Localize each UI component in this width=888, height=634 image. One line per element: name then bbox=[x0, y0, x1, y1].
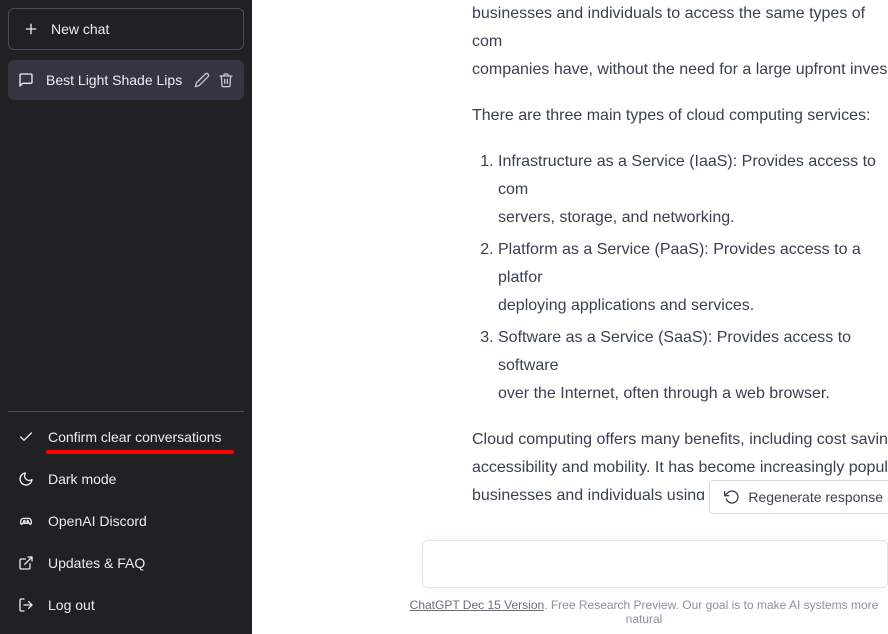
list-item: Platform as a Service (PaaS): Provides a… bbox=[498, 236, 888, 320]
version-link[interactable]: ChatGPT Dec 15 Version bbox=[410, 598, 545, 612]
logout-button[interactable]: Log out bbox=[8, 584, 244, 626]
body-text: accessibility and mobility. It has becom… bbox=[472, 459, 888, 476]
discord-icon bbox=[18, 513, 34, 529]
message-input[interactable] bbox=[437, 555, 873, 573]
conversation-title: Best Light Shade Lipstic bbox=[46, 72, 182, 88]
external-link-icon bbox=[18, 555, 34, 571]
body-text: Cloud computing offers many benefits, in… bbox=[472, 431, 888, 448]
moon-icon bbox=[18, 471, 34, 487]
regenerate-label: Regenerate response bbox=[748, 489, 883, 505]
disclaimer-text: . Free Research Preview. Our goal is to … bbox=[544, 598, 878, 626]
edit-icon[interactable] bbox=[194, 72, 210, 88]
conversation-item[interactable]: Best Light Shade Lipstic bbox=[8, 60, 244, 100]
body-text: companies have, without the need for a l… bbox=[472, 61, 887, 78]
logout-label: Log out bbox=[48, 597, 95, 613]
sidebar-footer: Confirm clear conversations Dark mode Op… bbox=[8, 411, 244, 626]
ordered-list: Infrastructure as a Service (IaaS): Prov… bbox=[472, 148, 888, 408]
red-underline-annotation bbox=[46, 450, 234, 454]
logout-icon bbox=[18, 597, 34, 613]
main-area: businesses and individuals to access the… bbox=[252, 0, 888, 634]
regenerate-button[interactable]: Regenerate response bbox=[709, 480, 888, 514]
body-text: There are three main types of cloud comp… bbox=[472, 102, 888, 130]
dark-mode-button[interactable]: Dark mode bbox=[8, 458, 244, 500]
new-chat-button[interactable]: New chat bbox=[8, 8, 244, 50]
list-item: Software as a Service (SaaS): Provides a… bbox=[498, 324, 888, 408]
check-icon bbox=[18, 429, 34, 445]
trash-icon[interactable] bbox=[218, 72, 234, 88]
confirm-clear-label: Confirm clear conversations bbox=[48, 429, 222, 445]
refresh-icon bbox=[724, 489, 740, 505]
bottom-bar: Regenerate response ChatGPT Dec 15 Versi… bbox=[252, 500, 888, 634]
dark-mode-label: Dark mode bbox=[48, 471, 116, 487]
plus-icon bbox=[23, 21, 39, 37]
chat-icon bbox=[18, 72, 34, 88]
disclaimer: ChatGPT Dec 15 Version. Free Research Pr… bbox=[252, 598, 888, 626]
new-chat-label: New chat bbox=[51, 21, 109, 37]
discord-link[interactable]: OpenAI Discord bbox=[8, 500, 244, 542]
updates-faq-link[interactable]: Updates & FAQ bbox=[8, 542, 244, 584]
sidebar: New chat Best Light Shade Lipstic Confir… bbox=[0, 0, 252, 634]
body-text: businesses and individuals to access the… bbox=[472, 5, 865, 50]
discord-label: OpenAI Discord bbox=[48, 513, 147, 529]
message-input-container[interactable] bbox=[422, 540, 888, 588]
updates-label: Updates & FAQ bbox=[48, 555, 145, 571]
list-item: Infrastructure as a Service (IaaS): Prov… bbox=[498, 148, 888, 232]
